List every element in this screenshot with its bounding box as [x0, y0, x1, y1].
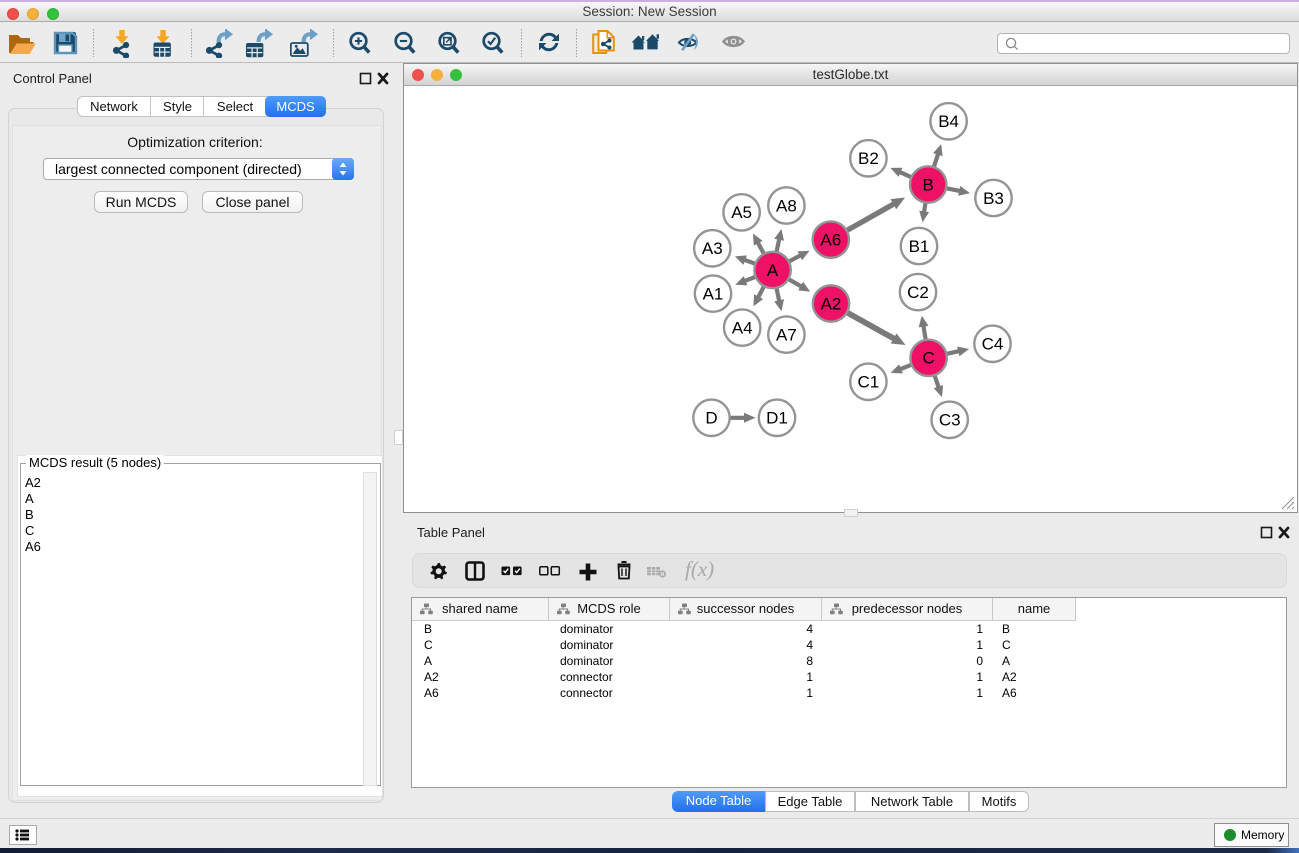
svg-text:D1: D1 — [766, 409, 788, 428]
svg-text:C3: C3 — [939, 411, 961, 430]
svg-text:B: B — [923, 175, 934, 194]
svg-text:B4: B4 — [938, 112, 959, 131]
svg-text:A7: A7 — [776, 325, 797, 344]
svg-text:B3: B3 — [983, 189, 1004, 208]
svg-text:C2: C2 — [907, 283, 929, 302]
svg-text:A6: A6 — [820, 230, 841, 249]
svg-text:C4: C4 — [982, 335, 1004, 354]
svg-text:A5: A5 — [731, 203, 752, 222]
svg-text:A1: A1 — [703, 284, 724, 303]
svg-text:D: D — [705, 409, 717, 428]
svg-text:A2: A2 — [821, 294, 842, 313]
svg-text:B1: B1 — [909, 237, 930, 256]
svg-text:B2: B2 — [858, 149, 879, 168]
svg-text:A8: A8 — [776, 196, 797, 215]
svg-text:A: A — [767, 261, 779, 280]
svg-text:A4: A4 — [732, 318, 753, 337]
svg-text:C1: C1 — [858, 373, 880, 392]
svg-text:A3: A3 — [702, 239, 723, 258]
svg-text:C: C — [922, 349, 934, 368]
